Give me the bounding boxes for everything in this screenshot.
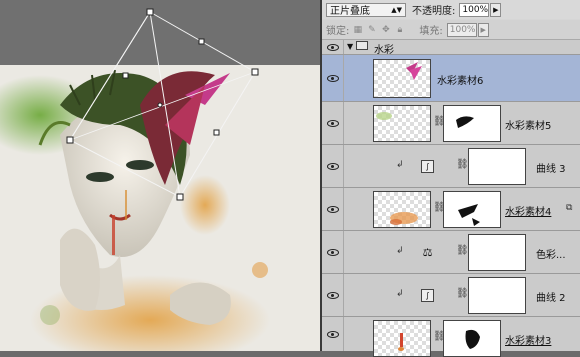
layer-thumbnail bbox=[373, 191, 431, 228]
layer-name: 色彩... bbox=[536, 250, 566, 261]
layer-mask-thumbnail[interactable] bbox=[443, 105, 501, 142]
eye-icon bbox=[326, 330, 339, 338]
curves-icon: ∫ bbox=[421, 160, 434, 173]
layer-thumbnail bbox=[373, 105, 431, 142]
color-balance-icon: ⚖ bbox=[422, 246, 433, 259]
visibility-toggle[interactable] bbox=[322, 102, 344, 144]
clipping-mask-arrow-icon: ↲ bbox=[396, 289, 404, 299]
layer-row[interactable]: ⛓︎ 水彩素材4 ⧉ bbox=[322, 188, 580, 231]
opacity-slider-button[interactable]: ▶ bbox=[490, 2, 502, 17]
mask-art bbox=[456, 116, 474, 128]
smart-object-icon: ⧉ bbox=[566, 203, 573, 213]
link-chain-icon[interactable]: ⛓︎ bbox=[456, 245, 469, 256]
layer-mask-thumbnail[interactable] bbox=[468, 234, 526, 271]
layer-mask-thumbnail[interactable] bbox=[443, 191, 501, 228]
eye-icon bbox=[326, 291, 339, 299]
clipping-mask-arrow-icon: ↲ bbox=[396, 160, 404, 170]
layer-thumbnail bbox=[373, 59, 431, 98]
lock-all-icon[interactable]: 🔒︎ bbox=[394, 24, 405, 35]
link-chain-icon[interactable]: ⛓︎ bbox=[456, 288, 469, 299]
layer-row[interactable]: ⛓︎ 水彩素材5 bbox=[322, 102, 580, 145]
folder-icon bbox=[356, 41, 368, 50]
curves-icon: ∫ bbox=[421, 289, 434, 302]
chevron-down-icon: ▶ bbox=[480, 25, 486, 34]
fill-slider-button[interactable]: ▶ bbox=[477, 22, 489, 37]
eye-icon bbox=[326, 119, 339, 127]
layer-row[interactable]: ↲ ∫ ⛓︎ 曲线 2 bbox=[322, 274, 580, 317]
layer-row[interactable]: ↲ ⚖ ⛓︎ 色彩... bbox=[322, 231, 580, 274]
layers-panel: 正片叠底 ▲▼ 不透明度: 100% ▶ 锁定: ▦ ✎ ✥ 🔒︎ 填充: 10… bbox=[322, 0, 580, 357]
visibility-toggle[interactable] bbox=[322, 145, 344, 187]
visibility-toggle[interactable] bbox=[322, 274, 344, 316]
visibility-toggle[interactable] bbox=[322, 317, 344, 351]
thumbnail-art bbox=[390, 212, 418, 225]
layer-name: 水彩素材3 bbox=[505, 336, 552, 347]
lock-label: 锁定: bbox=[326, 26, 350, 37]
visibility-toggle[interactable] bbox=[322, 231, 344, 273]
opacity-label: 不透明度: bbox=[412, 6, 456, 17]
link-chain-icon[interactable]: ⛓︎ bbox=[456, 159, 469, 170]
dropdown-arrow-icon: ▲▼ bbox=[391, 5, 402, 14]
lock-image-pixels-icon[interactable]: ✎ bbox=[366, 24, 377, 35]
group-name: 水彩 bbox=[374, 45, 394, 56]
layer-row[interactable]: ⛓︎ 水彩素材3 bbox=[322, 317, 580, 357]
blend-mode-value: 正片叠底 bbox=[330, 6, 370, 17]
chevron-down-icon: ▶ bbox=[493, 5, 499, 14]
visibility-toggle[interactable] bbox=[322, 55, 344, 101]
lock-transparent-pixels-icon[interactable]: ▦ bbox=[352, 24, 363, 35]
layer-name: 曲线 3 bbox=[536, 164, 566, 175]
eye-icon bbox=[326, 74, 339, 82]
blend-mode-select[interactable]: 正片叠底 ▲▼ bbox=[326, 2, 406, 17]
mask-art bbox=[458, 204, 480, 226]
layer-thumbnail bbox=[373, 320, 431, 357]
mask-art bbox=[465, 329, 480, 349]
thumbnail-art bbox=[398, 333, 404, 351]
visibility-toggle[interactable] bbox=[322, 188, 344, 230]
eye-icon bbox=[326, 162, 339, 170]
opacity-input[interactable]: 100% bbox=[459, 2, 490, 17]
thumbnail-art bbox=[376, 112, 392, 120]
lock-position-icon[interactable]: ✥ bbox=[380, 24, 391, 35]
layer-row[interactable]: 水彩素材6 bbox=[322, 55, 580, 102]
transform-bounding-box[interactable] bbox=[0, 0, 320, 351]
canvas-area[interactable] bbox=[0, 0, 320, 351]
lock-options-bar: 锁定: ▦ ✎ ✥ 🔒︎ 填充: 100% ▶ bbox=[322, 20, 580, 40]
visibility-toggle[interactable] bbox=[322, 40, 344, 54]
eye-icon bbox=[326, 205, 339, 213]
fill-input[interactable]: 100% bbox=[446, 22, 477, 37]
eye-icon bbox=[326, 43, 339, 51]
layer-mask-thumbnail[interactable] bbox=[468, 277, 526, 314]
layer-group-row[interactable]: ▼ 水彩 bbox=[322, 40, 580, 56]
thumbnail-art bbox=[406, 62, 422, 80]
clipping-mask-arrow-icon: ↲ bbox=[396, 246, 404, 256]
layer-mask-thumbnail[interactable] bbox=[468, 148, 526, 185]
layer-row[interactable]: ↲ ∫ ⛓︎ 曲线 3 bbox=[322, 145, 580, 188]
layer-name: 水彩素材6 bbox=[437, 76, 484, 87]
eye-icon bbox=[326, 248, 339, 256]
fill-label: 填充: bbox=[419, 26, 443, 37]
blend-options-bar: 正片叠底 ▲▼ 不透明度: 100% ▶ bbox=[322, 0, 580, 19]
expand-triangle-icon[interactable]: ▼ bbox=[347, 42, 353, 51]
layer-name: 曲线 2 bbox=[536, 293, 566, 304]
layer-name: 水彩素材4 bbox=[505, 207, 552, 218]
layer-name: 水彩素材5 bbox=[505, 121, 552, 132]
layer-mask-thumbnail[interactable] bbox=[443, 320, 501, 357]
